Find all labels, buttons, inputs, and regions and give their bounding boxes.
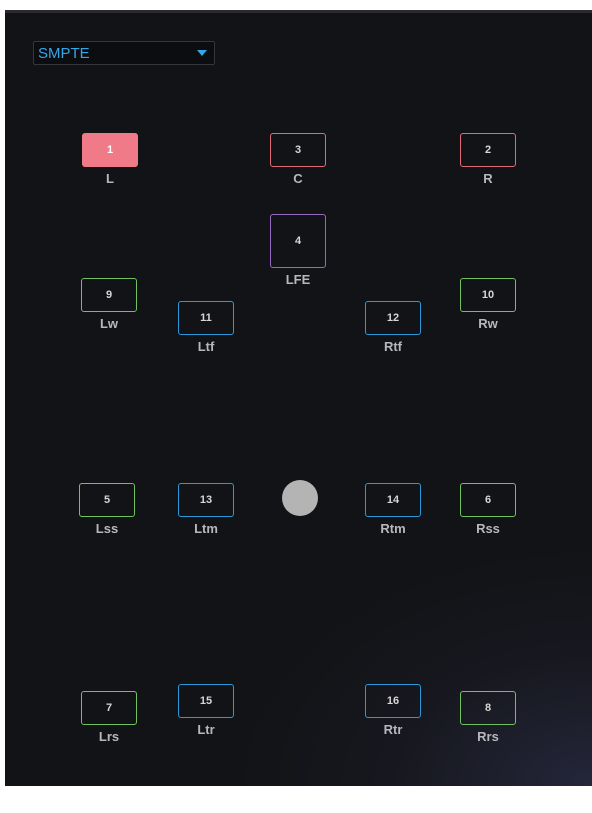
speaker-rrs[interactable]: 8 Rrs: [460, 691, 516, 744]
speaker-channel-number: 5: [79, 483, 135, 517]
layout-preset-value: SMPTE: [38, 45, 90, 62]
speaker-channel-number: 7: [81, 691, 137, 725]
speaker-channel-number: 14: [365, 483, 421, 517]
speaker-channel-number: 3: [270, 133, 326, 167]
speaker-rtf[interactable]: 12 Rtf: [365, 301, 421, 354]
speaker-channel-number: 4: [270, 214, 326, 268]
speaker-lss[interactable]: 5 Lss: [79, 483, 135, 536]
speaker-l[interactable]: 1 L: [82, 133, 138, 186]
chevron-down-icon: [197, 50, 207, 56]
speaker-channel-label: Rss: [476, 521, 500, 536]
speaker-rtm[interactable]: 14 Rtm: [365, 483, 421, 536]
speaker-ltr[interactable]: 15 Ltr: [178, 684, 234, 737]
speaker-c[interactable]: 3 C: [270, 133, 326, 186]
listener-position-handle[interactable]: [282, 480, 318, 516]
speaker-channel-label: L: [106, 171, 114, 186]
speaker-channel-label: Lw: [99, 316, 119, 331]
speaker-channel-number: 9: [81, 278, 137, 312]
speaker-channel-label: Rtr: [383, 722, 403, 737]
speaker-channel-number: 8: [460, 691, 516, 725]
layout-preset-dropdown[interactable]: SMPTE: [33, 41, 215, 65]
speaker-lrs[interactable]: 7 Lrs: [81, 691, 137, 744]
speaker-channel-label: C: [293, 171, 303, 186]
speaker-channel-label: Lss: [95, 521, 119, 536]
speaker-channel-number: 15: [178, 684, 234, 718]
speaker-layout-panel: SMPTE 1 L 3 C 2 R 4 LFE 9 Lw 10 Rw 11 Lt…: [5, 10, 592, 786]
speaker-channel-label: LFE: [285, 272, 311, 287]
speaker-channel-label: Rrs: [477, 729, 499, 744]
speaker-lfe[interactable]: 4 LFE: [270, 214, 326, 287]
speaker-channel-label: Lrs: [98, 729, 120, 744]
speaker-rtr[interactable]: 16 Rtr: [365, 684, 421, 737]
speaker-ltf[interactable]: 11 Ltf: [178, 301, 234, 354]
speaker-channel-label: Rtf: [383, 339, 403, 354]
speaker-channel-label: Ltm: [194, 521, 218, 536]
speaker-channel-label: Rw: [478, 316, 498, 331]
speaker-channel-number: 10: [460, 278, 516, 312]
speaker-channel-label: Ltr: [197, 722, 215, 737]
speaker-channel-number: 6: [460, 483, 516, 517]
speaker-rw[interactable]: 10 Rw: [460, 278, 516, 331]
speaker-channel-number: 1: [82, 133, 138, 167]
speaker-channel-number: 11: [178, 301, 234, 335]
speaker-ltm[interactable]: 13 Ltm: [178, 483, 234, 536]
speaker-channel-number: 12: [365, 301, 421, 335]
speaker-rss[interactable]: 6 Rss: [460, 483, 516, 536]
speaker-channel-number: 2: [460, 133, 516, 167]
speaker-channel-label: R: [483, 171, 493, 186]
speaker-lw[interactable]: 9 Lw: [81, 278, 137, 331]
speaker-channel-number: 13: [178, 483, 234, 517]
speaker-channel-label: Rtm: [380, 521, 406, 536]
speaker-r[interactable]: 2 R: [460, 133, 516, 186]
speaker-channel-label: Ltf: [197, 339, 215, 354]
speaker-channel-number: 16: [365, 684, 421, 718]
